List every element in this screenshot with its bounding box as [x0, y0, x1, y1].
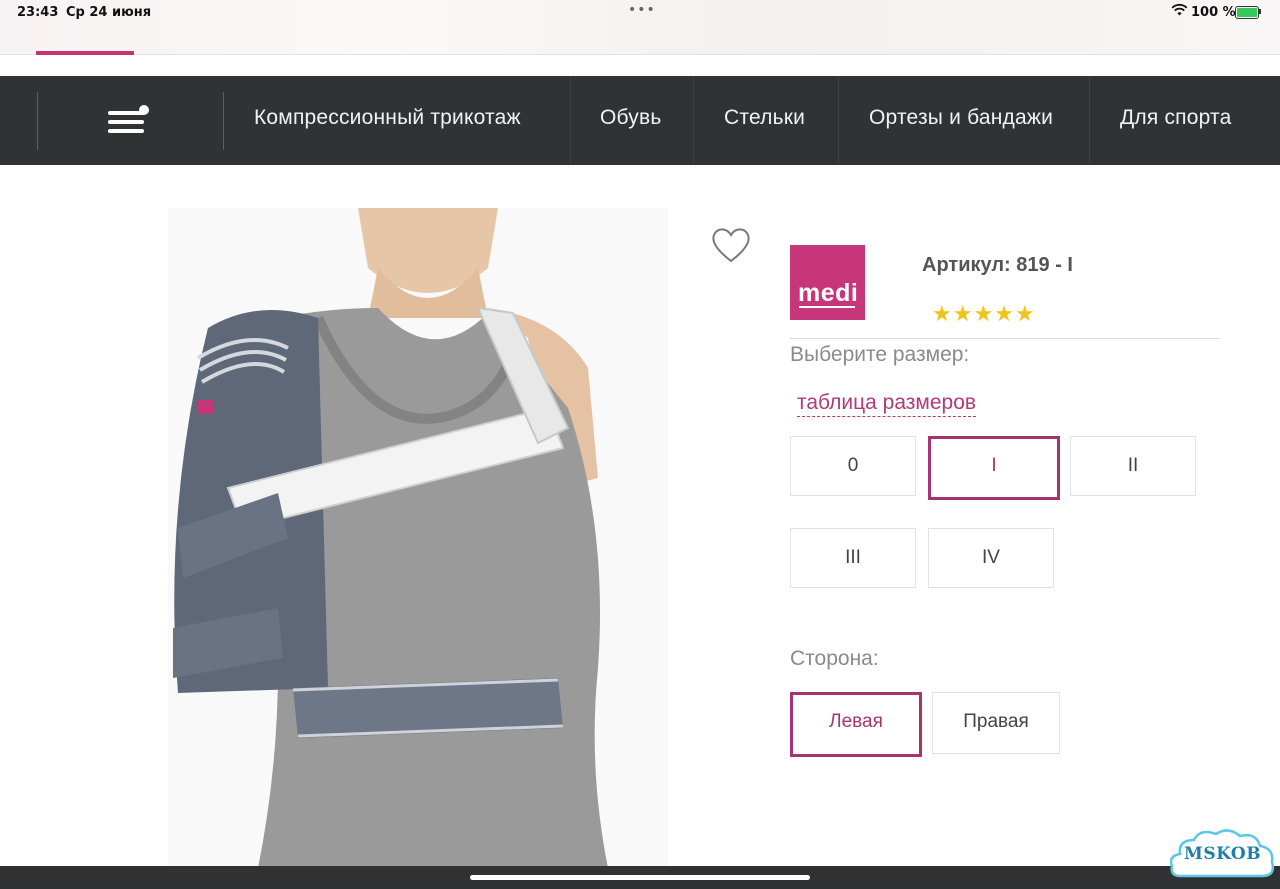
watermark-text: MSKOB [1184, 844, 1262, 864]
nav-separator [37, 92, 38, 150]
side-title: Сторона: [790, 647, 879, 670]
nav-divider [693, 76, 694, 165]
battery-percent: 100 % [1191, 5, 1236, 20]
size-option-II[interactable]: II [1070, 436, 1196, 496]
status-date: Ср 24 июня [66, 5, 152, 20]
side-option-left[interactable]: Левая [790, 692, 922, 757]
favorite-heart-icon[interactable] [710, 226, 752, 264]
status-time: 23:43 [17, 5, 59, 20]
rating-stars: ★★★★★ [932, 302, 1036, 327]
product-sku: Артикул: 819 - I [922, 254, 1073, 276]
size-option-I[interactable]: I [928, 436, 1060, 500]
size-option-0[interactable]: 0 [790, 436, 916, 496]
multitasking-dots[interactable]: ••• [628, 2, 656, 18]
nav-separator [223, 92, 224, 150]
side-option-right[interactable]: Правая [932, 692, 1060, 754]
nav-divider [1089, 76, 1090, 165]
battery-icon [1235, 6, 1259, 19]
brand-logo: medi [790, 245, 865, 320]
nav-item-shoes[interactable]: Обувь [600, 106, 662, 130]
watermark-logo: MSKOB [1170, 826, 1276, 880]
nav-item-compression[interactable]: Компрессионный трикотаж [254, 106, 521, 130]
home-indicator[interactable] [470, 875, 810, 880]
nav-item-orthoses[interactable]: Ортезы и бандажи [869, 106, 1053, 130]
size-option-III[interactable]: III [790, 528, 916, 588]
nav-item-insoles[interactable]: Стельки [724, 106, 805, 130]
active-tab-indicator [36, 51, 134, 55]
divider [790, 338, 1220, 339]
size-table-link[interactable]: таблица размеров [797, 390, 977, 417]
nav-divider [838, 76, 839, 165]
size-option-IV[interactable]: IV [928, 528, 1054, 588]
battery-nub [1259, 9, 1261, 14]
nav-divider [570, 76, 571, 165]
brand-logo-text: medi [798, 279, 859, 307]
size-title: Выберите размер: [790, 343, 970, 366]
product-image [168, 208, 668, 868]
menu-icon[interactable] [108, 105, 150, 139]
nav-item-sport[interactable]: Для спорта [1120, 106, 1232, 130]
status-bar: 23:43 Ср 24 июня ••• 100 % [0, 0, 1280, 55]
wifi-icon [1171, 3, 1188, 16]
